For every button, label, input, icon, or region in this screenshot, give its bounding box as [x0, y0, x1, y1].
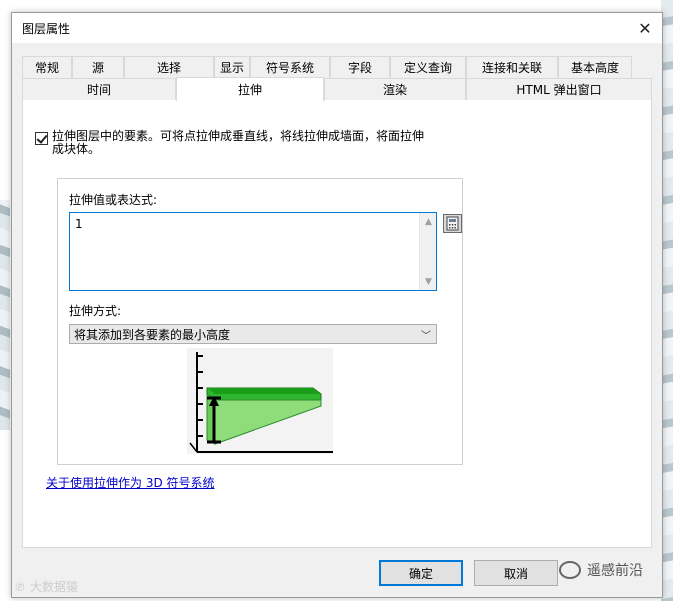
- tab-extrusion[interactable]: 拉伸: [176, 77, 324, 101]
- title-bar: 图层属性 ✕: [12, 13, 662, 43]
- watermark-right: 遥感前沿: [559, 560, 643, 580]
- chevron-down-icon: ﹀: [421, 331, 431, 342]
- extrude-checkbox[interactable]: [35, 132, 48, 145]
- extrusion-help-link[interactable]: 关于使用拉伸作为 3D 符号系统: [46, 474, 215, 491]
- scroll-up-icon[interactable]: ▲: [420, 213, 437, 230]
- tab-html-popup[interactable]: HTML 弹出窗口: [466, 78, 652, 100]
- tab-source[interactable]: 源: [72, 56, 124, 78]
- tab-row-bottom: 时间 拉伸 渲染 HTML 弹出窗口: [22, 77, 652, 101]
- background-app-strip-left: [0, 200, 10, 430]
- tab-base-heights[interactable]: 基本高度: [558, 56, 632, 78]
- close-icon: ✕: [638, 18, 652, 38]
- expression-value: 1: [75, 217, 83, 231]
- tab-general[interactable]: 常规: [22, 56, 72, 78]
- cancel-button[interactable]: 取消: [474, 560, 558, 586]
- extrude-checkbox-row[interactable]: 拉伸图层中的要素。可将点拉伸成垂直线，将线拉伸成墙面，将面拉伸 成块体。: [35, 130, 455, 156]
- tab-strip: 常规 源 选择 显示 符号系统 字段 定义查询 连接和关联 基本高度 时间 拉伸…: [22, 56, 652, 101]
- tab-fields[interactable]: 字段: [330, 56, 390, 78]
- tab-symbology[interactable]: 符号系统: [250, 56, 330, 78]
- watermark-left-text: 大数据猿: [30, 580, 79, 594]
- watermark-logo-icon: ℗: [14, 579, 26, 594]
- extrusion-diagram: [187, 348, 333, 454]
- extrusion-method-value: 将其添加到各要素的最小高度: [74, 327, 231, 342]
- extrusion-method-select[interactable]: 将其添加到各要素的最小高度 ﹀: [69, 324, 437, 344]
- expression-label: 拉伸值或表达式:: [69, 193, 158, 207]
- calculator-icon: [446, 216, 459, 231]
- extrusion-panel: 拉伸图层中的要素。可将点拉伸成垂直线，将线拉伸成墙面，将面拉伸 成块体。 拉伸值…: [22, 100, 652, 548]
- dialog-title: 图层属性: [22, 21, 71, 36]
- extrusion-groupbox: 拉伸值或表达式: 1 ▲ ▼ 拉伸方式: 将其添加到各要素的最小高度 ﹀: [57, 178, 463, 465]
- tab-selection[interactable]: 选择: [124, 56, 214, 78]
- tab-row-top: 常规 源 选择 显示 符号系统 字段 定义查询 连接和关联 基本高度: [22, 56, 632, 78]
- expression-builder-button[interactable]: [443, 214, 462, 233]
- method-label: 拉伸方式:: [69, 304, 122, 318]
- extrusion-illustration-icon: [189, 352, 333, 453]
- tab-joins-relates[interactable]: 连接和关联: [466, 56, 558, 78]
- tab-definition-query[interactable]: 定义查询: [390, 56, 466, 78]
- watermark-left: ℗ 大数据猿: [14, 578, 78, 595]
- expression-input[interactable]: 1 ▲ ▼: [69, 212, 437, 291]
- tab-display[interactable]: 显示: [214, 56, 250, 78]
- extrude-checkbox-label: 拉伸图层中的要素。可将点拉伸成垂直线，将线拉伸成墙面，将面拉伸 成块体。: [52, 129, 425, 156]
- layer-properties-dialog: 图层属性 ✕ 常规 源 选择 显示 符号系统 字段 定义查询 连接和关联 基本高…: [11, 12, 663, 598]
- watermark-right-text: 遥感前沿: [587, 563, 643, 579]
- expression-scrollbar[interactable]: ▲ ▼: [419, 213, 436, 290]
- scroll-down-icon[interactable]: ▼: [420, 273, 437, 290]
- tab-rendering[interactable]: 渲染: [324, 78, 466, 100]
- ok-button[interactable]: 确定: [379, 560, 463, 586]
- close-button[interactable]: ✕: [634, 17, 656, 39]
- tab-time[interactable]: 时间: [22, 78, 176, 100]
- wechat-logo-icon: [559, 561, 581, 579]
